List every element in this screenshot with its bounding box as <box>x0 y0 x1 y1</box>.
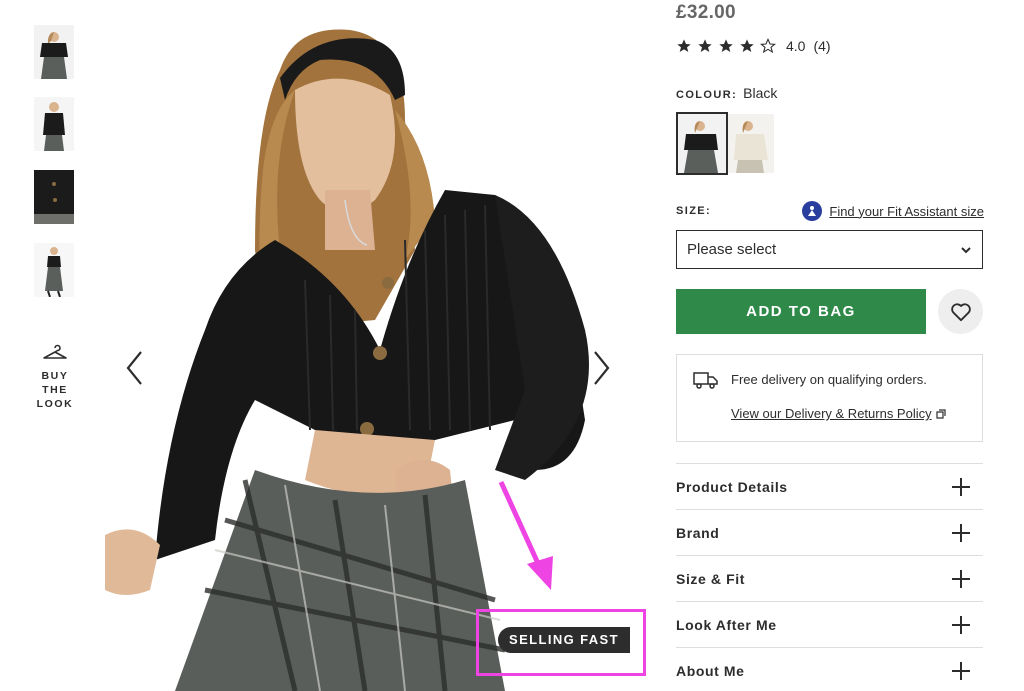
star-filled-icon <box>698 39 712 52</box>
external-link-icon <box>936 408 946 419</box>
delivery-policy-link[interactable]: View our Delivery & Returns Policy <box>731 406 946 421</box>
plus-icon <box>952 569 970 588</box>
annotation-arrow <box>498 480 553 590</box>
buy-the-look-line2: LOOK <box>36 398 74 410</box>
next-image-button[interactable] <box>589 348 613 388</box>
thumbnail-2[interactable] <box>34 97 74 151</box>
rating-count: (4) <box>813 38 831 54</box>
accordion-product-details[interactable]: Product Details <box>676 464 983 510</box>
thumbnail-4[interactable] <box>34 243 74 297</box>
accordion-size-fit[interactable]: Size & Fit <box>676 556 983 602</box>
star-filled-icon <box>740 39 754 52</box>
plus-icon <box>952 477 970 496</box>
colour-swatch-cream[interactable] <box>728 114 774 173</box>
rating-summary[interactable]: 4.0 (4) <box>676 38 831 54</box>
fit-assistant-label: Find your Fit Assistant size <box>829 203 984 219</box>
accordion-label: Product Details <box>676 478 788 495</box>
fit-assistant-icon <box>802 201 823 221</box>
star-filled-icon <box>677 39 691 52</box>
fit-assistant-link[interactable]: Find your Fit Assistant size <box>802 201 984 221</box>
accordion-look-after-me[interactable]: Look After Me <box>676 602 983 648</box>
delivery-info-box: Free delivery on qualifying orders. View… <box>676 354 983 442</box>
rating-value: 4.0 <box>786 38 806 54</box>
colour-value: Black <box>743 85 778 101</box>
chevron-right-icon <box>594 351 610 385</box>
buy-the-look-link[interactable]: BUY THE LOOK <box>30 343 80 411</box>
plus-icon <box>952 523 970 542</box>
add-to-bag-button[interactable]: ADD TO BAG <box>676 289 926 334</box>
delivery-truck-icon <box>693 372 718 389</box>
accordion-label: Size & Fit <box>676 570 746 587</box>
size-select[interactable]: Please select <box>676 230 983 269</box>
buy-the-look-line1: BUY THE <box>41 370 69 396</box>
accordion-about-me[interactable]: About Me <box>676 648 983 691</box>
delivery-policy-label: View our Delivery & Returns Policy <box>731 406 932 421</box>
accordion-brand[interactable]: Brand <box>676 510 983 556</box>
annotation-highlight-box <box>476 609 646 676</box>
plus-icon <box>952 615 970 634</box>
colour-label: COLOUR: Black <box>676 85 777 101</box>
product-price: £32.00 <box>676 2 736 23</box>
size-select-value: Please select <box>687 241 777 258</box>
plus-icon <box>952 661 970 680</box>
colour-swatch-black[interactable] <box>676 112 728 175</box>
heart-icon <box>950 302 971 321</box>
save-for-later-button[interactable] <box>938 289 983 334</box>
hanger-icon <box>43 344 67 359</box>
accordion-label: Look After Me <box>676 616 777 633</box>
thumbnail-1[interactable] <box>34 25 74 79</box>
colour-label-title: COLOUR: <box>676 89 738 101</box>
delivery-text: Free delivery on qualifying orders. <box>731 372 927 387</box>
star-filled-icon <box>719 39 733 52</box>
thumbnail-3[interactable] <box>34 170 74 224</box>
previous-image-button[interactable] <box>123 348 147 388</box>
accordion-label: Brand <box>676 524 720 541</box>
chevron-down-icon <box>961 246 971 253</box>
accordion-label: About Me <box>676 662 745 679</box>
main-product-image <box>105 0 625 691</box>
chevron-left-icon <box>126 351 142 385</box>
star-empty-icon <box>760 38 776 54</box>
size-label: SIZE: <box>676 205 712 217</box>
product-info-accordion: Product Details Brand Size & Fit Look Af… <box>676 463 983 691</box>
